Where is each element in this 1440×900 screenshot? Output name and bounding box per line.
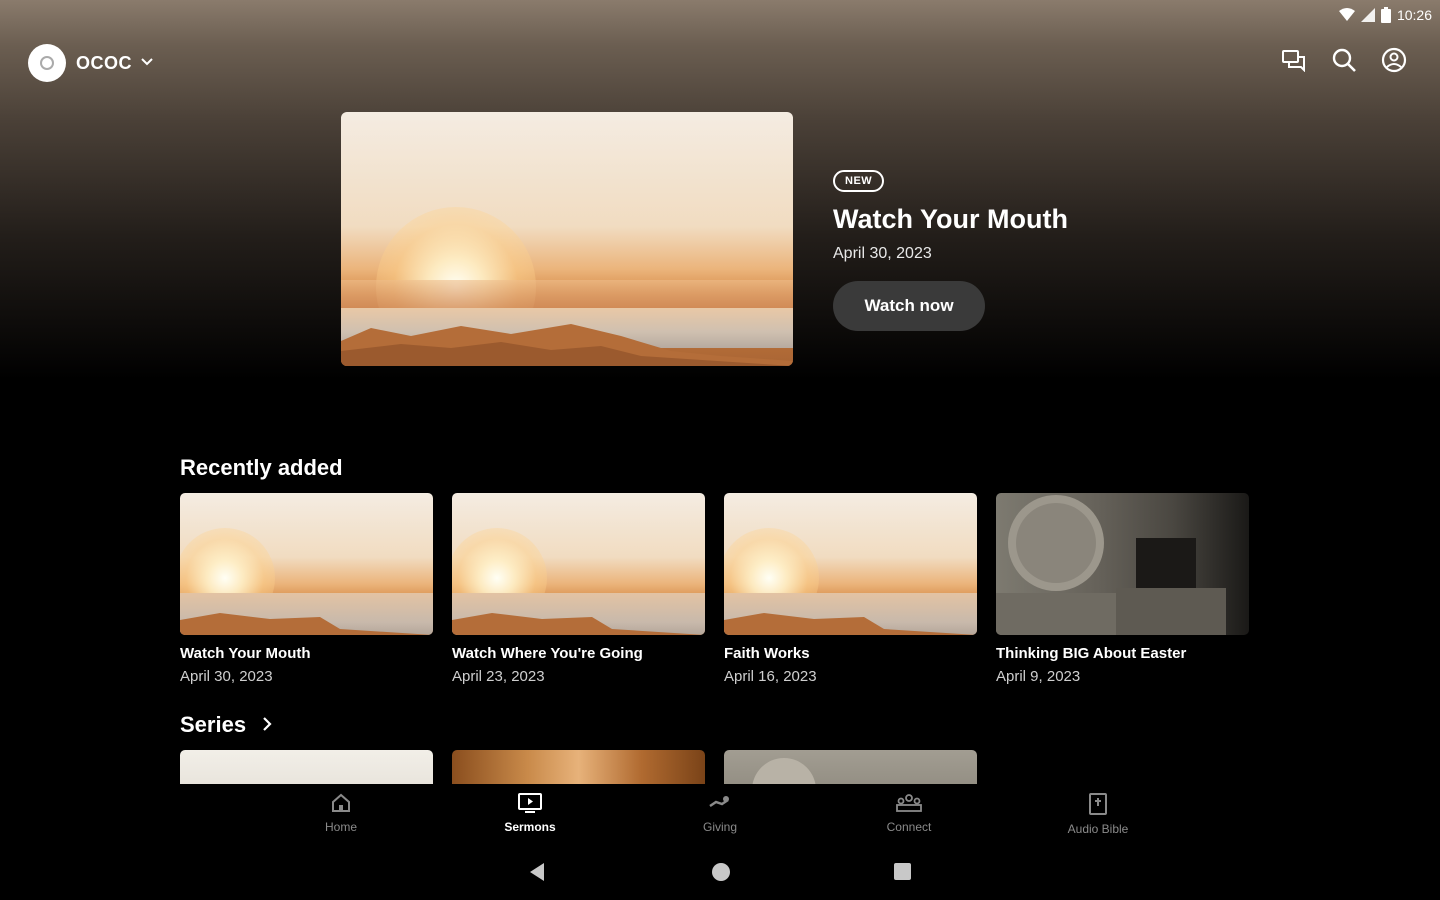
nav-audio-bible-label: Audio Bible	[1067, 822, 1129, 836]
list-item[interactable]: Watch Your Mouth April 30, 2023	[180, 493, 433, 685]
org-logo-avatar	[28, 44, 66, 82]
home-button-icon[interactable]	[711, 862, 731, 887]
status-time: 10:26	[1396, 7, 1432, 23]
recently-added-title: Recently added	[180, 455, 343, 480]
nav-home[interactable]: Home	[281, 792, 401, 834]
system-navigation-bar	[0, 850, 1440, 900]
sermon-title: Faith Works	[724, 645, 810, 662]
series-thumbnail[interactable]	[724, 750, 977, 784]
nav-connect-label: Connect	[886, 820, 932, 834]
hero-date: April 30, 2023	[833, 245, 932, 262]
search-icon[interactable]	[1330, 46, 1358, 74]
home-icon	[330, 792, 352, 814]
status-bar: 10:26	[1338, 4, 1432, 26]
hero-info: NEW Watch Your Mouth April 30, 2023 Watc…	[833, 170, 1068, 331]
org-switcher[interactable]: OCOC	[28, 44, 154, 82]
series-thumbnail[interactable]	[180, 750, 433, 784]
sermon-title: Watch Your Mouth	[180, 645, 311, 662]
series-row	[180, 750, 1280, 784]
back-icon[interactable]	[528, 862, 546, 887]
series-thumbnail[interactable]	[452, 750, 705, 784]
hero-thumbnail[interactable]	[341, 112, 793, 366]
top-actions	[1280, 46, 1408, 74]
watch-now-button[interactable]: Watch now	[833, 281, 985, 331]
connect-icon	[895, 792, 923, 814]
hero-title: Watch Your Mouth	[833, 204, 1068, 234]
sermon-thumbnail	[180, 493, 433, 635]
sermon-date: April 30, 2023	[180, 668, 273, 685]
nav-sermons-label: Sermons	[504, 820, 556, 834]
chevron-down-icon	[140, 54, 154, 72]
giving-icon	[708, 792, 732, 814]
signal-icon	[1360, 8, 1375, 22]
account-icon[interactable]	[1380, 46, 1408, 74]
series-header[interactable]: Series	[180, 712, 272, 738]
sermon-thumbnail	[724, 493, 977, 635]
chevron-right-icon	[262, 712, 272, 738]
nav-giving-label: Giving	[702, 820, 737, 834]
sermon-thumbnail	[452, 493, 705, 635]
nav-giving[interactable]: Giving	[660, 792, 780, 834]
sermon-date: April 23, 2023	[452, 668, 545, 685]
list-item[interactable]: Thinking BIG About Easter April 9, 2023	[996, 493, 1249, 685]
sermon-title: Watch Where You're Going	[452, 645, 643, 662]
sermon-title: Thinking BIG About Easter	[996, 645, 1187, 662]
bible-icon	[1087, 792, 1109, 816]
recents-icon[interactable]	[893, 862, 912, 886]
list-item[interactable]: Watch Where You're Going April 23, 2023	[452, 493, 705, 685]
list-item[interactable]: Faith Works April 16, 2023	[724, 493, 977, 685]
battery-icon	[1380, 7, 1391, 23]
nav-home-label: Home	[324, 820, 357, 834]
bottom-nav: Home Sermons Giving Connect Audio Bible	[0, 784, 1440, 844]
sermon-date: April 16, 2023	[724, 668, 817, 685]
chat-icon[interactable]	[1280, 46, 1308, 74]
org-name: OCOC	[76, 52, 132, 73]
sermons-icon	[517, 792, 543, 814]
series-title: Series	[180, 712, 247, 737]
nav-sermons[interactable]: Sermons	[470, 792, 590, 834]
sermon-thumbnail	[996, 493, 1249, 635]
wifi-icon	[1338, 8, 1355, 22]
sermon-date: April 9, 2023	[996, 668, 1081, 685]
nav-connect[interactable]: Connect	[849, 792, 969, 834]
nav-audio-bible[interactable]: Audio Bible	[1038, 792, 1158, 836]
new-badge: NEW	[833, 170, 885, 192]
